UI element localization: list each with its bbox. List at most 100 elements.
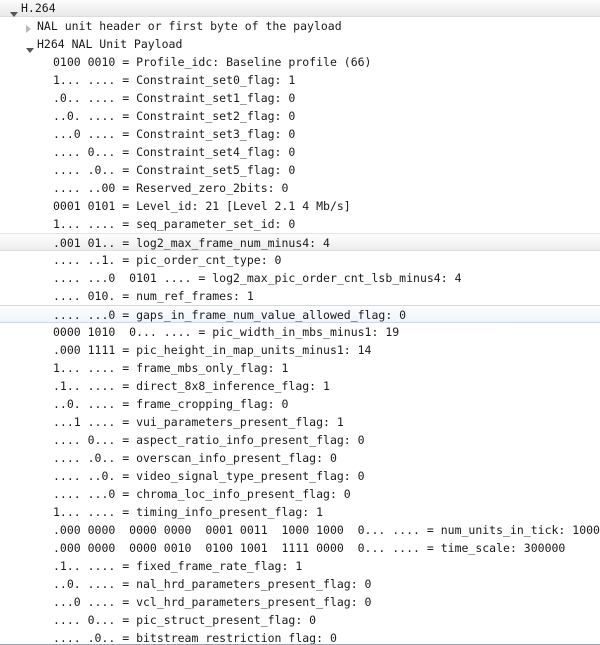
tree-row-content: .... ..1. = pic_order_cnt_type: 0 [8, 251, 600, 269]
tree-row[interactable]: 0001 0101 = Level_id: 21 [Level 2.1 4 Mb… [0, 197, 600, 215]
triangle-down-icon[interactable] [26, 35, 37, 53]
tree-row-content: H264 NAL Unit Payload [8, 35, 600, 53]
tree-row[interactable]: 0000 1010 0... .... = pic_width_in_mbs_m… [0, 323, 600, 341]
tree-row-label: .1.. .... = direct_8x8_inference_flag: 1 [53, 379, 330, 393]
tree-row[interactable]: .1.. .... = fixed_frame_rate_flag: 1 [0, 557, 600, 575]
tree-row-label: .... .0.. = overscan_info_present_flag: … [53, 451, 337, 465]
tree-row[interactable]: ..0. .... = Constraint_set2_flag: 0 [0, 107, 600, 125]
tree-row-content: 0100 0010 = Profile_idc: Baseline profil… [8, 53, 600, 71]
tree-row-content: .... ..0. = video_signal_type_present_fl… [8, 467, 600, 485]
tree-row[interactable]: 1... .... = seq_parameter_set_id: 0 [0, 215, 600, 233]
tree-row[interactable]: H.264 [0, 0, 600, 17]
tree-row[interactable]: .... ..00 = Reserved_zero_2bits: 0 [0, 179, 600, 197]
tree-row[interactable]: .... ..1. = pic_order_cnt_type: 0 [0, 251, 600, 269]
tree-row[interactable]: ..0. .... = nal_hrd_parameters_present_f… [0, 575, 600, 593]
tree-row-content: .1.. .... = fixed_frame_rate_flag: 1 [8, 557, 600, 575]
tree-row[interactable]: .0.. .... = Constraint_set1_flag: 0 [0, 89, 600, 107]
tree-row-content: .... 0... = pic_struct_present_flag: 0 [8, 611, 600, 629]
tree-row[interactable]: .000 0000 0000 0010 0100 1001 1111 0000 … [0, 539, 600, 557]
tree-row[interactable]: .... .0.. = Constraint_set5_flag: 0 [0, 161, 600, 179]
tree-row-label: ...0 .... = vcl_hrd_parameters_present_f… [53, 595, 372, 609]
tree-row-content: .1.. .... = direct_8x8_inference_flag: 1 [8, 377, 600, 395]
tree-row-content: ..0. .... = nal_hrd_parameters_present_f… [8, 575, 600, 593]
tree-row-content: NAL unit header or first byte of the pay… [8, 17, 600, 35]
tree-row[interactable]: 1... .... = Constraint_set0_flag: 1 [0, 71, 600, 89]
tree-row-label: .... ...0 = gaps_in_frame_num_value_allo… [53, 308, 407, 322]
tree-row-label: 1... .... = seq_parameter_set_id: 0 [53, 217, 296, 231]
tree-row-content: 1... .... = timing_info_present_flag: 1 [8, 503, 600, 521]
tree-row[interactable]: .001 01.. = log2_max_frame_num_minus4: 4 [0, 233, 600, 251]
tree-row[interactable]: .... ...0 = gaps_in_frame_num_value_allo… [0, 305, 600, 323]
tree-row[interactable]: .... 0... = Constraint_set4_flag: 0 [0, 143, 600, 161]
tree-row-content: .... 0... = aspect_ratio_info_present_fl… [8, 431, 600, 449]
tree-row[interactable]: .... 0... = pic_struct_present_flag: 0 [0, 611, 600, 629]
tree-row[interactable]: .000 1111 = pic_height_in_map_units_minu… [0, 341, 600, 359]
tree-row-label: NAL unit header or first byte of the pay… [37, 19, 342, 33]
tree-row[interactable]: .... .0.. = bitstream_restriction_flag: … [0, 629, 600, 644]
tree-row-label: ..0. .... = Constraint_set2_flag: 0 [53, 109, 296, 123]
tree-row[interactable]: NAL unit header or first byte of the pay… [0, 17, 600, 35]
tree-row[interactable]: 0100 0010 = Profile_idc: Baseline profil… [0, 53, 600, 71]
tree-row[interactable]: ...0 .... = vcl_hrd_parameters_present_f… [0, 593, 600, 611]
tree-row-label: 1... .... = timing_info_present_flag: 1 [53, 505, 324, 519]
tree-row[interactable]: ...0 .... = Constraint_set3_flag: 0 [0, 125, 600, 143]
tree-row-content: ...1 .... = vui_parameters_present_flag:… [8, 413, 600, 431]
tree-row-label: .... 0... = aspect_ratio_info_present_fl… [53, 433, 365, 447]
tree-row[interactable]: ...1 .... = vui_parameters_present_flag:… [0, 413, 600, 431]
tree-row-label: H.264 [21, 1, 56, 15]
tree-row-label: 1... .... = Constraint_set0_flag: 1 [53, 73, 296, 87]
tree-row[interactable]: .... 0... = aspect_ratio_info_present_fl… [0, 431, 600, 449]
tree-row-content: .... .0.. = bitstream_restriction_flag: … [8, 629, 600, 644]
tree-row-content: .... ...0 0101 .... = log2_max_pic_order… [8, 269, 600, 287]
tree-row-content: 0001 0101 = Level_id: 21 [Level 2.1 4 Mb… [8, 197, 600, 215]
tree-row-label: 0001 0101 = Level_id: 21 [Level 2.1 4 Mb… [53, 199, 351, 213]
tree-row[interactable]: .... ...0 0101 .... = log2_max_pic_order… [0, 269, 600, 287]
tree-row[interactable]: ..0. .... = frame_cropping_flag: 0 [0, 395, 600, 413]
tree-row[interactable]: .... .0.. = overscan_info_present_flag: … [0, 449, 600, 467]
tree-row[interactable]: .... ...0 = chroma_loc_info_present_flag… [0, 485, 600, 503]
tree-row[interactable]: .000 0000 0000 0000 0001 0011 1000 1000 … [0, 521, 600, 539]
tree-row-label: ..0. .... = nal_hrd_parameters_present_f… [53, 577, 372, 591]
tree-row-label: .000 0000 0000 0000 0001 0011 1000 1000 … [53, 523, 600, 537]
tree-row-label: 1... .... = frame_mbs_only_flag: 1 [53, 361, 289, 375]
tree-row[interactable]: 1... .... = frame_mbs_only_flag: 1 [0, 359, 600, 377]
protocol-tree-panel[interactable]: H.264 NAL unit header or first byte of th… [0, 0, 600, 645]
tree-row[interactable]: H264 NAL Unit Payload [0, 35, 600, 53]
tree-row-label: .001 01.. = log2_max_frame_num_minus4: 4 [53, 236, 330, 250]
tree-row-content: .... 010. = num_ref_frames: 1 [8, 287, 600, 305]
tree-row-label: ...1 .... = vui_parameters_present_flag:… [53, 415, 344, 429]
tree-row-label: .... ...0 = chroma_loc_info_present_flag… [53, 487, 351, 501]
tree-row[interactable]: .1.. .... = direct_8x8_inference_flag: 1 [0, 377, 600, 395]
triangle-down-icon[interactable] [10, 0, 21, 17]
tree-row-content: 1... .... = Constraint_set0_flag: 1 [8, 71, 600, 89]
tree-row-content: .... .0.. = Constraint_set5_flag: 0 [8, 161, 600, 179]
tree-row[interactable]: 1... .... = timing_info_present_flag: 1 [0, 503, 600, 521]
tree-row[interactable]: .... 010. = num_ref_frames: 1 [0, 287, 600, 305]
tree-row-content: .... 0... = Constraint_set4_flag: 0 [8, 143, 600, 161]
triangle-right-icon[interactable] [26, 17, 37, 35]
tree-row-content: .000 1111 = pic_height_in_map_units_minu… [8, 341, 600, 359]
tree-row[interactable]: .... ..0. = video_signal_type_present_fl… [0, 467, 600, 485]
